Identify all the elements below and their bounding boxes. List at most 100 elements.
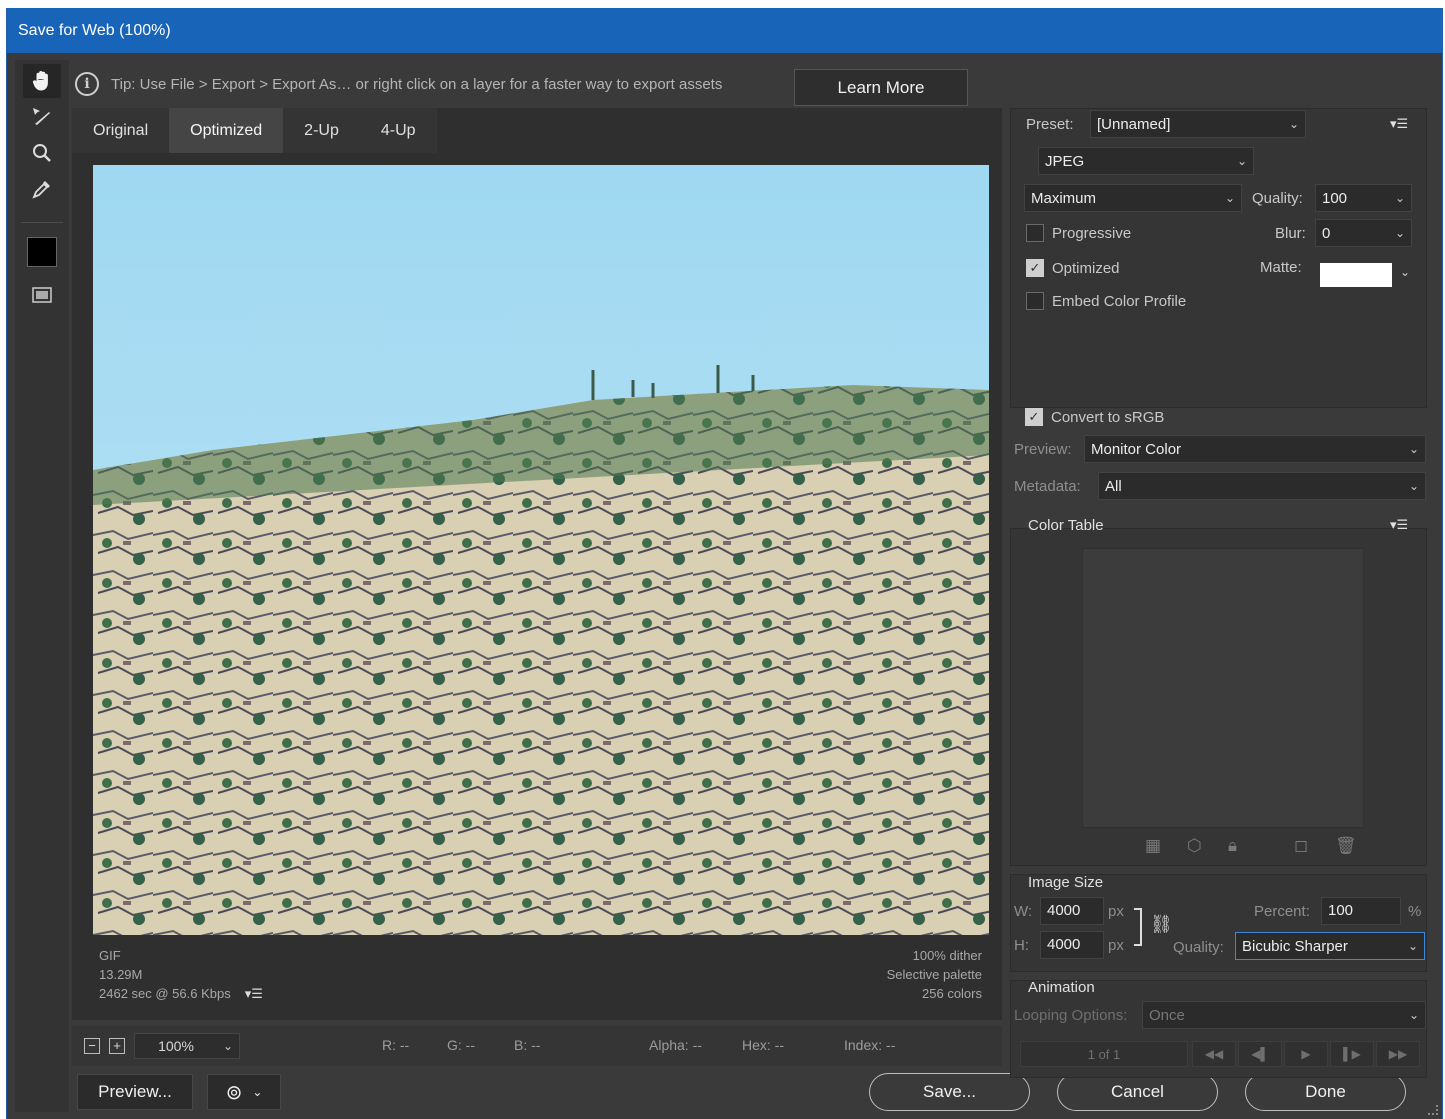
chevron-down-icon: ⌄ [1408, 1008, 1420, 1022]
web-snap-icon[interactable]: ▦ [1145, 836, 1161, 856]
tool-panel [15, 60, 69, 1112]
embed-profile-checkbox[interactable] [1026, 292, 1044, 310]
window-title: Save for Web (100%) [7, 8, 1442, 53]
tip-text: Tip: Use File > Export > Export As… or r… [111, 75, 723, 93]
hand-tool-icon[interactable] [23, 64, 61, 98]
cube-icon[interactable]: ⬡ [1187, 836, 1202, 856]
trash-icon[interactable]: 🗑︎ [1335, 836, 1357, 856]
new-color-icon[interactable]: ◻ [1294, 836, 1308, 856]
tab-optimized[interactable]: Optimized [169, 108, 284, 153]
color-table-menu-icon[interactable]: ▾☰ [1390, 517, 1408, 533]
chevron-down-icon: ⌄ [1224, 191, 1236, 205]
looping-select[interactable]: Once ⌄ [1142, 1001, 1426, 1029]
status-bar: − + 100% ⌄ R: -- G: -- B: -- Alpha: -- H… [72, 1026, 1002, 1066]
resample-quality-value: Bicubic Sharper [1242, 937, 1348, 955]
preset-value: [Unnamed] [1097, 115, 1171, 133]
tab-original[interactable]: Original [72, 108, 170, 153]
learn-more-button[interactable]: Learn More [794, 69, 968, 106]
compression-select[interactable]: Maximum ⌄ [1024, 184, 1242, 212]
readout-alpha: Alpha: -- [649, 1037, 702, 1053]
blur-select[interactable]: 0 ⌄ [1315, 219, 1412, 247]
preset-select[interactable]: [Unnamed] ⌄ [1090, 110, 1306, 138]
preview-value: Monitor Color [1091, 440, 1182, 458]
info-size: 13.29M [99, 967, 143, 982]
info-palette: Selective palette [886, 967, 982, 982]
play-icon[interactable]: ▶ [1284, 1041, 1328, 1067]
chevron-down-icon: ⌄ [1394, 191, 1406, 205]
tab-4up[interactable]: 4-Up [359, 108, 437, 153]
toggle-slices-icon[interactable] [23, 278, 61, 312]
zoom-in-button[interactable]: + [109, 1038, 125, 1054]
matte-label: Matte: [1260, 259, 1302, 276]
chevron-down-icon: ⌄ [1394, 226, 1406, 240]
image-preview[interactable] [93, 165, 989, 935]
info-dither: 100% dither [912, 948, 982, 963]
progressive-label: Progressive [1052, 225, 1132, 242]
blur-label: Blur: [1275, 225, 1306, 242]
readout-index: Index: -- [844, 1037, 896, 1053]
height-input[interactable]: 4000 [1040, 931, 1104, 959]
percent-label: Percent: [1254, 903, 1310, 920]
animation-title: Animation [1028, 979, 1095, 996]
eyedropper-color-swatch[interactable] [27, 237, 57, 267]
image-info-left: GIF 13.29M 2462 sec @ 56.6 Kbps ▾☰ [99, 946, 263, 1003]
color-table-title: Color Table [1028, 517, 1104, 534]
readout-hex: Hex: -- [742, 1037, 784, 1053]
done-button[interactable]: Done [1245, 1073, 1406, 1111]
optimize-menu-icon[interactable]: ▾☰ [1390, 116, 1408, 132]
matte-color-swatch[interactable] [1320, 263, 1392, 287]
link-bracket [1134, 908, 1142, 946]
eyedropper-icon[interactable] [23, 172, 61, 206]
preview-button[interactable]: Preview... [77, 1074, 193, 1110]
file-format-select[interactable]: JPEG ⌄ [1038, 147, 1254, 175]
metadata-select[interactable]: All ⌄ [1098, 472, 1426, 500]
info-icon: i [75, 72, 99, 96]
resample-quality-select[interactable]: Bicubic Sharper ⌄ [1235, 932, 1425, 960]
download-speed-menu-icon[interactable]: ▾☰ [245, 984, 263, 1003]
chain-link-icon[interactable]: ⛓ [1150, 914, 1173, 935]
percent-input[interactable]: 100 [1321, 897, 1401, 925]
save-button[interactable]: Save... [869, 1073, 1030, 1111]
chevron-down-icon: ⌄ [1408, 442, 1420, 456]
zoom-level-value: 100% [158, 1038, 194, 1054]
chevron-down-icon: ⌄ [222, 1039, 234, 1053]
zoom-level-select[interactable]: 100% ⌄ [134, 1033, 240, 1059]
view-tabs: Original Optimized 2-Up 4-Up [72, 108, 437, 153]
info-format: GIF [99, 948, 121, 963]
quality-value: 100 [1322, 189, 1348, 207]
optimized-checkbox[interactable]: ✓ [1026, 259, 1044, 277]
quality-select[interactable]: 100 ⌄ [1315, 184, 1412, 212]
zoom-out-button[interactable]: − [84, 1038, 100, 1054]
optimized-label: Optimized [1052, 260, 1120, 277]
readout-b: B: -- [514, 1037, 541, 1053]
resize-grip-icon[interactable] [1428, 1105, 1438, 1115]
next-frame-icon[interactable]: ▌▶ [1330, 1041, 1374, 1067]
color-table-grid[interactable] [1082, 548, 1364, 828]
tip-bar: i Tip: Use File > Export > Export As… or… [69, 60, 1437, 108]
convert-srgb-label: Convert to sRGB [1051, 409, 1165, 426]
zoom-tool-icon[interactable] [23, 136, 61, 170]
browser-preview-button[interactable]: ⊚ ⌄ [207, 1074, 281, 1110]
metadata-label: Metadata: [1014, 478, 1081, 495]
matte-chevron-down-icon[interactable]: ⌄ [1394, 265, 1416, 279]
progressive-checkbox[interactable] [1026, 224, 1044, 242]
tab-2up[interactable]: 2-Up [283, 108, 360, 153]
lock-icon[interactable]: 🔒︎ [1228, 836, 1237, 856]
looping-label: Looping Options: [1014, 1007, 1128, 1024]
first-frame-icon[interactable]: ◀◀ [1192, 1041, 1236, 1067]
cancel-button[interactable]: Cancel [1057, 1073, 1218, 1111]
convert-srgb-checkbox[interactable]: ✓ [1025, 408, 1043, 426]
last-frame-icon[interactable]: ▶▶ [1376, 1041, 1420, 1067]
previous-frame-icon[interactable]: ◀▌ [1238, 1041, 1282, 1067]
chevron-down-icon: ⌄ [1408, 479, 1420, 493]
looping-value: Once [1149, 1006, 1185, 1024]
percent-unit: % [1408, 903, 1422, 920]
readout-r: R: -- [382, 1037, 410, 1053]
slice-select-icon[interactable] [23, 100, 61, 134]
width-input[interactable]: 4000 [1040, 897, 1104, 925]
preview-select[interactable]: Monitor Color ⌄ [1084, 435, 1426, 463]
blur-value: 0 [1322, 224, 1331, 242]
compression-value: Maximum [1031, 189, 1097, 207]
info-colors: 256 colors [922, 986, 982, 1001]
height-unit: px [1108, 937, 1124, 954]
